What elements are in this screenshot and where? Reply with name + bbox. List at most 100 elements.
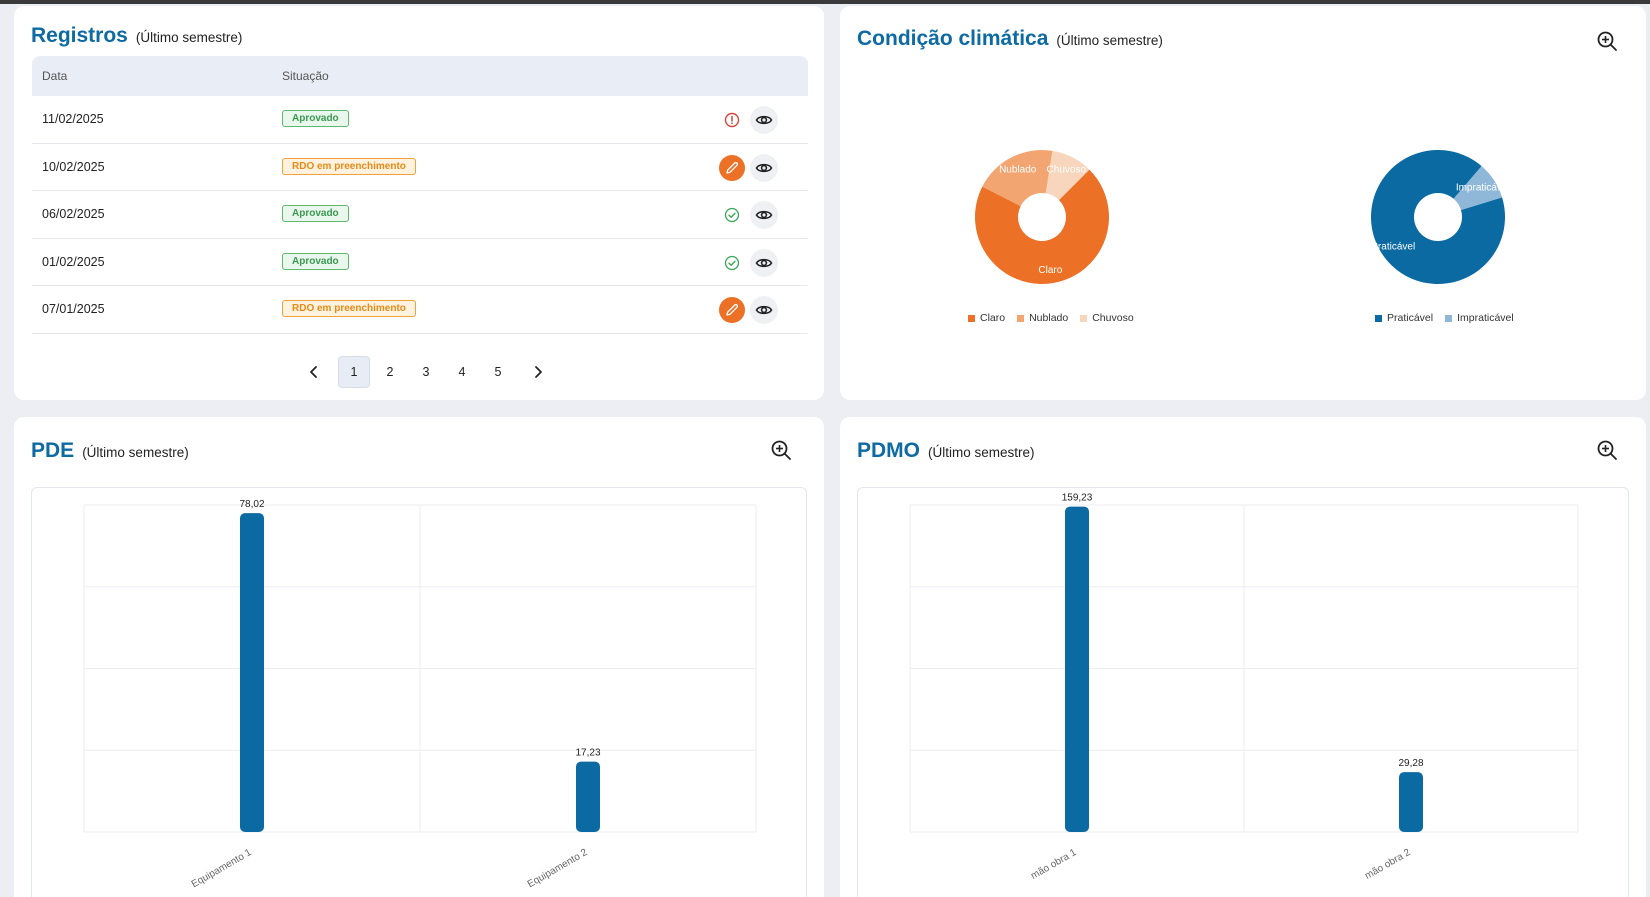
bar-value-label: 29,28 xyxy=(1398,758,1423,769)
pagination-page-button[interactable]: 4 xyxy=(446,356,478,388)
pagination-page-button[interactable]: 2 xyxy=(374,356,406,388)
row-status-action xyxy=(719,107,745,133)
table-row: 06/02/2025 Aprovado xyxy=(32,191,808,239)
clima-card: Condição climática (Último semestre) Cla… xyxy=(840,6,1646,400)
chevron-right-icon xyxy=(535,366,542,378)
pagination-page-button[interactable]: 3 xyxy=(410,356,442,388)
row-date: 10/02/2025 xyxy=(42,159,105,174)
pdmo-title: PDMO xyxy=(857,439,920,462)
x-tick-label: mão obra 1 xyxy=(1029,847,1079,882)
row-date: 06/02/2025 xyxy=(42,207,105,221)
view-button[interactable] xyxy=(750,248,778,277)
clima-subtitle: (Último semestre) xyxy=(1056,33,1163,48)
eye-icon xyxy=(755,206,773,224)
table-row: 11/02/2025 Aprovado xyxy=(32,96,808,144)
chart-grid xyxy=(909,504,1579,833)
bar-value-label: 159,23 xyxy=(1062,493,1093,504)
column-header-status: Situação xyxy=(282,69,329,83)
pagination-next-button[interactable] xyxy=(518,356,558,388)
legend-item: Praticável xyxy=(1375,312,1433,324)
legend-swatch xyxy=(1375,314,1382,322)
top-bar xyxy=(0,0,1650,4)
chart-grid xyxy=(83,504,757,833)
pdmo-chart-box: 159,23 mão obra 1 29,28 mão obra 2 xyxy=(857,487,1629,897)
bar xyxy=(1399,772,1423,832)
eye-icon xyxy=(755,111,773,129)
pagination-page-button[interactable]: 1 xyxy=(338,356,370,388)
column-header-date: Data xyxy=(42,69,68,83)
check-icon xyxy=(724,207,740,223)
registros-table: Data Situação 11/02/2025 Aprovado 10/02/20… xyxy=(32,56,808,334)
pdmo-header: PDMO (Último semestre) xyxy=(857,439,1035,463)
bar-value-label: 78,02 xyxy=(239,499,264,510)
status-badge: Aprovado xyxy=(282,252,349,270)
legend-item: Impraticável xyxy=(1445,312,1514,324)
x-tick-label: Equipamento 2 xyxy=(526,847,590,890)
eye-icon xyxy=(755,254,773,272)
bar xyxy=(1065,506,1089,832)
pie-slice-label: Chuvoso xyxy=(1047,164,1087,175)
legend-swatch xyxy=(1445,314,1453,322)
pdmo-bar-chart: 159,23 mão obra 1 29,28 mão obra 2 xyxy=(909,493,1579,882)
legend-item: Chuvoso xyxy=(1080,312,1134,324)
pagination-prev-button[interactable] xyxy=(294,356,334,388)
status-badge: RDO em preenchimento xyxy=(282,300,416,317)
bar xyxy=(576,761,600,832)
weather-pie-legend: Claro Nublado Chuvoso xyxy=(968,312,1134,324)
edit-icon xyxy=(724,160,740,176)
row-status-action xyxy=(719,250,745,276)
alert-icon xyxy=(724,112,740,128)
pagination-page-button[interactable]: 5 xyxy=(482,356,514,388)
registros-title: Registros xyxy=(31,24,128,47)
row-status-action[interactable] xyxy=(719,154,745,181)
pde-chart-box: 78,02 Equipamento 1 17,23 Equipamento 2 xyxy=(31,487,807,897)
x-tick-label: mão obra 2 xyxy=(1363,847,1413,882)
pie-slice-label: Nublado xyxy=(999,164,1037,175)
legend-item: Claro xyxy=(968,312,1005,324)
workability-pie-chart: Praticável Impraticável xyxy=(1371,150,1510,284)
table-header: Data Situação xyxy=(32,56,808,96)
x-tick-label: Equipamento 1 xyxy=(190,847,254,890)
legend-label: Praticável xyxy=(1387,312,1434,324)
legend-item: Nublado xyxy=(1017,312,1068,324)
view-button[interactable] xyxy=(750,201,778,229)
pie-slice-label: Impraticável xyxy=(1456,183,1510,194)
row-status-action xyxy=(719,202,745,228)
bar-value-label: 17,23 xyxy=(575,748,600,759)
table-row: 01/02/2025 Aprovado xyxy=(32,239,808,286)
zoom-in-icon xyxy=(1597,440,1617,460)
pie-slice-label: Praticável xyxy=(1371,241,1415,252)
clima-zoom-button[interactable] xyxy=(1594,28,1620,54)
zoom-in-icon xyxy=(1597,31,1617,51)
row-date: 07/01/2025 xyxy=(42,302,105,316)
legend-swatch xyxy=(1017,314,1025,322)
status-badge: Aprovado xyxy=(282,110,349,127)
legend-label: Impraticável xyxy=(1457,312,1514,324)
registros-card: Registros (Último semestre) Data Situaçã… xyxy=(14,6,824,400)
legend-swatch xyxy=(968,314,975,322)
row-date: 01/02/2025 xyxy=(42,254,105,269)
legend-label: Nublado xyxy=(1029,312,1069,324)
legend-label: Claro xyxy=(980,312,1006,324)
workability-pie-legend: Praticável Impraticável xyxy=(1375,312,1514,324)
table-row: 10/02/2025 RDO em preenchimento xyxy=(32,144,808,191)
chevron-left-icon xyxy=(310,366,317,378)
eye-icon xyxy=(755,301,773,319)
pdmo-zoom-button[interactable] xyxy=(1594,437,1620,463)
view-button[interactable] xyxy=(750,296,778,324)
pde-subtitle: (Último semestre) xyxy=(82,445,189,460)
status-badge: Aprovado xyxy=(282,205,349,222)
pde-zoom-button[interactable] xyxy=(768,437,794,463)
view-button[interactable] xyxy=(750,153,778,182)
pdmo-card: PDMO (Último semestre) 159,23 mão obra 1 2… xyxy=(840,417,1646,897)
zoom-in-icon xyxy=(771,440,791,460)
pde-bar-chart: 78,02 Equipamento 1 17,23 Equipamento 2 xyxy=(83,499,757,890)
pdmo-subtitle: (Último semestre) xyxy=(928,445,1035,460)
edit-icon xyxy=(724,302,740,318)
row-date: 11/02/2025 xyxy=(42,112,104,126)
row-status-action[interactable] xyxy=(719,297,745,323)
registros-subtitle: (Último semestre) xyxy=(135,30,243,45)
pagination: 12345 xyxy=(14,356,838,388)
legend-swatch xyxy=(1080,314,1088,322)
view-button[interactable] xyxy=(750,106,778,134)
